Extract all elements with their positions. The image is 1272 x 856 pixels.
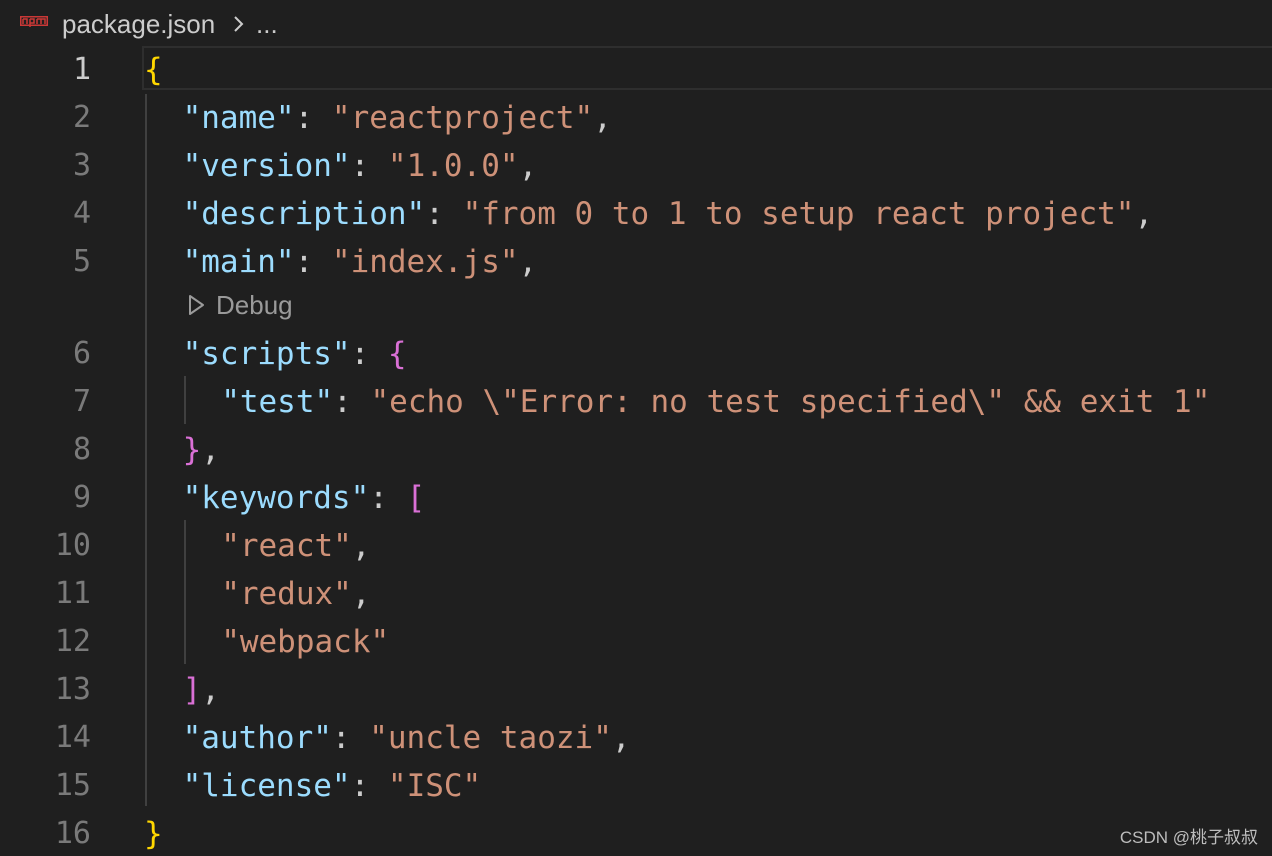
code-token: "keywords" [182, 480, 370, 516]
line-number: 8 [72, 432, 91, 467]
code-line[interactable]: { [144, 46, 163, 94]
code-line[interactable]: "main": "index.js", [183, 238, 538, 286]
indent-guide [145, 94, 147, 806]
code-line[interactable]: "react", [221, 522, 370, 570]
breadcrumb: package.json ... [0, 0, 1272, 48]
code-line[interactable]: "license": "ISC" [183, 762, 482, 810]
line-number: 2 [72, 100, 91, 135]
code-token: "uncle taozi" [369, 720, 612, 756]
code-line[interactable]: "webpack" [221, 618, 389, 666]
breadcrumb-file[interactable]: package.json [62, 9, 215, 39]
code-line[interactable]: "name": "reactproject", [183, 94, 612, 142]
code-token: "1.0.0" [387, 148, 519, 184]
code-token: , [593, 100, 612, 136]
current-line-highlight [142, 46, 1272, 90]
code-line[interactable]: "keywords": [ [183, 474, 426, 522]
code-token: , [201, 432, 220, 468]
code-token: : [350, 336, 388, 372]
code-token: "version" [182, 148, 351, 184]
code-token: "redux" [221, 576, 352, 612]
line-number: 6 [72, 336, 91, 371]
code-token: "author" [182, 720, 332, 756]
code-line[interactable]: "redux", [221, 570, 370, 618]
code-token: [ [406, 480, 426, 516]
line-number: 16 [54, 816, 91, 851]
code-line[interactable]: "author": "uncle taozi", [183, 714, 631, 762]
code-token: : [294, 244, 332, 280]
code-token: "main" [182, 244, 295, 280]
line-number: 15 [54, 768, 91, 803]
line-number: 12 [54, 624, 91, 659]
code-token: "scripts" [182, 336, 351, 372]
code-line[interactable]: "description": "from 0 to 1 to setup rea… [183, 190, 1154, 238]
indent-guide [184, 520, 186, 664]
code-token: { [144, 52, 163, 88]
code-token: "description" [182, 196, 426, 232]
line-number: 9 [72, 480, 91, 515]
code-token: : [294, 100, 332, 136]
code-line[interactable]: "version": "1.0.0", [183, 142, 538, 190]
editor-window: package.json ... 1 2 3 4 5 6 7 8 9 10 11 12 13 14 15 16… [0, 0, 1272, 856]
code-token: : [331, 720, 370, 756]
line-number: 14 [54, 720, 91, 755]
code-token: , [518, 148, 538, 184]
code-line[interactable]: "test": "echo \"Error: no test specified… [221, 378, 1210, 426]
code-token: "test" [221, 384, 334, 420]
code-token: "name" [182, 100, 295, 136]
code-line[interactable]: "scripts": { [183, 330, 407, 378]
code-token: "reactproject" [331, 100, 594, 136]
code-token: } [182, 432, 202, 468]
code-token: , [351, 528, 371, 564]
line-number: 7 [72, 384, 91, 419]
code-line[interactable]: ], [183, 666, 220, 714]
line-number: 3 [72, 148, 91, 183]
code-token: , [1134, 196, 1154, 232]
code-token: : [350, 768, 388, 804]
code-line[interactable]: } [144, 810, 163, 856]
code-token: : [369, 480, 407, 516]
code-token: : [333, 384, 371, 420]
code-token: , [518, 244, 538, 280]
code-token: ] [182, 672, 202, 708]
code-token: "from 0 to 1 to setup react project" [462, 196, 1135, 232]
watermark: CSDN @桃子叔叔 [1119, 828, 1258, 847]
breadcrumb-symbol[interactable]: ... [256, 9, 278, 39]
line-number: 10 [54, 528, 91, 563]
code-token: "react" [221, 528, 352, 564]
code-token: : [350, 148, 388, 184]
code-token: "ISC" [387, 768, 482, 804]
chevron-right-icon [234, 16, 244, 32]
code-token: } [144, 816, 163, 852]
code-token: { [387, 336, 407, 372]
debug-codelens[interactable]: Debug [188, 287, 293, 323]
code-token: , [201, 672, 220, 708]
play-outline-icon [189, 295, 204, 315]
line-number: 11 [54, 576, 91, 611]
debug-label: Debug [216, 289, 293, 320]
code-token: "echo \"Error: no test specified\" && ex… [370, 384, 1211, 420]
code-line[interactable]: }, [183, 426, 220, 474]
code-token: "license" [182, 768, 351, 804]
code-token: , [611, 720, 631, 756]
code-token: , [351, 576, 371, 612]
line-number: 13 [54, 672, 91, 707]
indent-guide [184, 376, 186, 424]
line-number: 5 [72, 244, 91, 279]
line-number: 1 [72, 52, 91, 87]
code-token: "index.js" [331, 244, 519, 280]
npm-icon [20, 16, 48, 27]
code-token: "webpack" [221, 624, 390, 660]
line-number: 4 [72, 196, 91, 231]
code-token: : [425, 196, 463, 232]
